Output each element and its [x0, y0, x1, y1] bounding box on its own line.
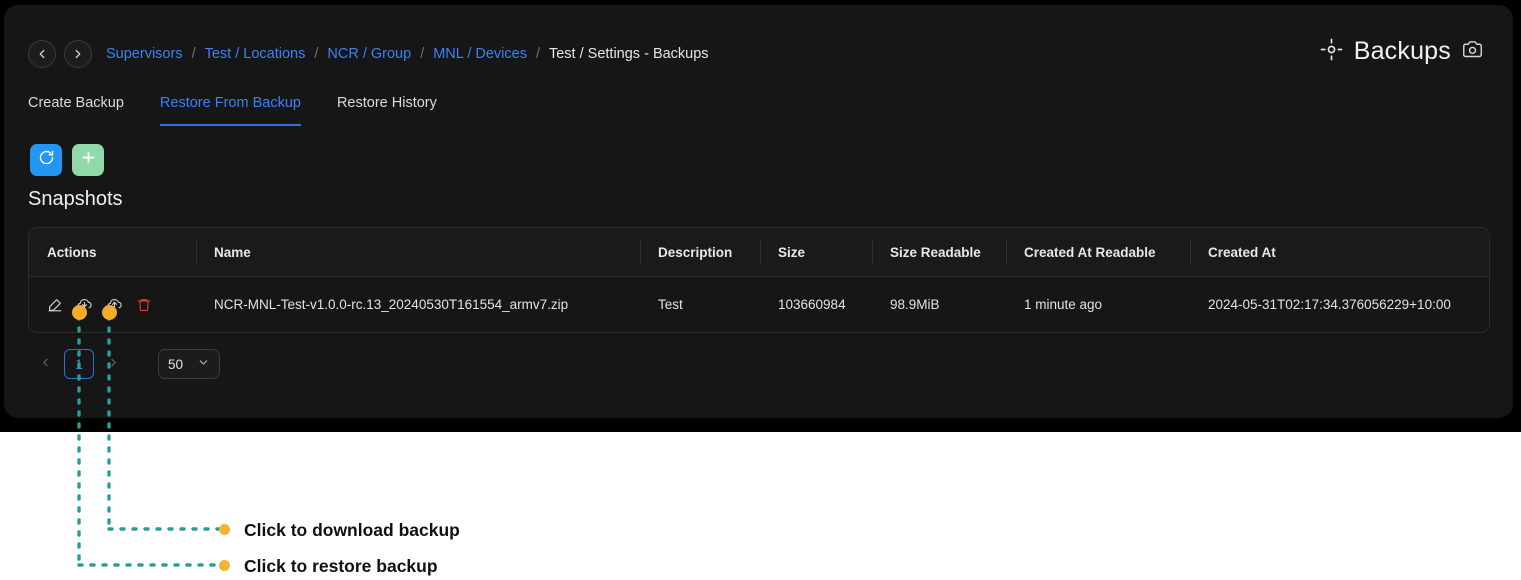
- section-title: Snapshots: [28, 188, 123, 210]
- tab-restore-from-backup[interactable]: Restore From Backup: [159, 91, 301, 126]
- breadcrumb-list: Supervisors / Test / Locations / NCR / G…: [106, 46, 709, 62]
- breadcrumb-separator: /: [535, 46, 540, 62]
- tab-restore-history[interactable]: Restore History: [337, 91, 437, 126]
- chevron-right-icon: [71, 47, 85, 61]
- add-backup-button[interactable]: [72, 144, 104, 176]
- pagination: 1 50: [32, 349, 220, 379]
- toolbar: [30, 144, 104, 176]
- page-title: Backups: [1320, 37, 1483, 66]
- page-size-value: 50: [168, 356, 184, 372]
- breadcrumb: Supervisors / Test / Locations / NCR / G…: [28, 35, 709, 73]
- breadcrumb-separator: /: [314, 46, 319, 62]
- cell-created-at-readable: 1 minute ago: [1024, 297, 1103, 312]
- breadcrumb-separator: /: [420, 46, 425, 62]
- crosshair-target-icon: [1320, 38, 1343, 66]
- column-header-size-readable: Size Readable: [872, 228, 1006, 277]
- annotation-backdrop: [0, 432, 1521, 580]
- delete-icon[interactable]: [136, 297, 152, 313]
- chevron-left-icon: [35, 47, 49, 61]
- cell-size: 103660984: [778, 297, 846, 312]
- cloud-download-icon[interactable]: [76, 296, 93, 313]
- cell-size-readable: 98.9MiB: [890, 297, 940, 312]
- tab-bar: Create Backup Restore From Backup Restor…: [28, 91, 473, 126]
- chevron-down-icon: [197, 356, 210, 372]
- cloud-restore-icon[interactable]: [106, 296, 123, 313]
- tab-create-backup[interactable]: Create Backup: [28, 91, 124, 126]
- pagination-prev-button[interactable]: [32, 349, 58, 379]
- plus-icon: [80, 149, 97, 171]
- pagination-next-button[interactable]: [100, 349, 126, 379]
- column-header-actions: Actions: [29, 228, 196, 277]
- column-header-description: Description: [640, 228, 760, 277]
- chevron-right-icon: [107, 356, 120, 373]
- refresh-icon: [38, 149, 55, 171]
- breadcrumb-item-supervisors[interactable]: Supervisors: [106, 46, 183, 62]
- edit-icon[interactable]: [47, 297, 63, 313]
- column-header-size: Size: [760, 228, 872, 277]
- table-header-row: Actions Name Description Size Size Reada…: [29, 228, 1489, 277]
- cell-created-at: 2024-05-31T02:17:34.376056229+10:00: [1208, 297, 1451, 312]
- chevron-left-icon: [39, 356, 52, 373]
- cell-description: Test: [658, 297, 683, 312]
- pagination-page-1[interactable]: 1: [64, 349, 94, 379]
- row-actions-cell: [29, 277, 196, 333]
- column-header-created-at-readable: Created At Readable: [1006, 228, 1190, 277]
- screen-root: Supervisors / Test / Locations / NCR / G…: [0, 0, 1521, 580]
- breadcrumb-item-ncr-group[interactable]: NCR / Group: [327, 46, 411, 62]
- page-title-text: Backups: [1353, 37, 1451, 65]
- column-header-name: Name: [196, 228, 640, 277]
- camera-icon[interactable]: [1462, 39, 1483, 65]
- breadcrumb-item-current: Test / Settings - Backups: [548, 46, 709, 62]
- page-size-select[interactable]: 50: [158, 349, 220, 379]
- breadcrumb-item-mnl-devices[interactable]: MNL / Devices: [433, 46, 527, 62]
- app-panel: Supervisors / Test / Locations / NCR / G…: [4, 5, 1513, 418]
- refresh-button[interactable]: [30, 144, 62, 176]
- breadcrumb-item-test-locations[interactable]: Test / Locations: [205, 46, 306, 62]
- cell-name: NCR-MNL-Test-v1.0.0-rc.13_20240530T16155…: [214, 297, 569, 312]
- nav-forward-button[interactable]: [64, 40, 92, 68]
- snapshots-table: Actions Name Description Size Size Reada…: [28, 227, 1490, 333]
- table-row: NCR-MNL-Test-v1.0.0-rc.13_20240530T16155…: [29, 277, 1489, 333]
- nav-back-button[interactable]: [28, 40, 56, 68]
- column-header-created-at: Created At: [1190, 228, 1489, 277]
- breadcrumb-separator: /: [191, 46, 196, 62]
